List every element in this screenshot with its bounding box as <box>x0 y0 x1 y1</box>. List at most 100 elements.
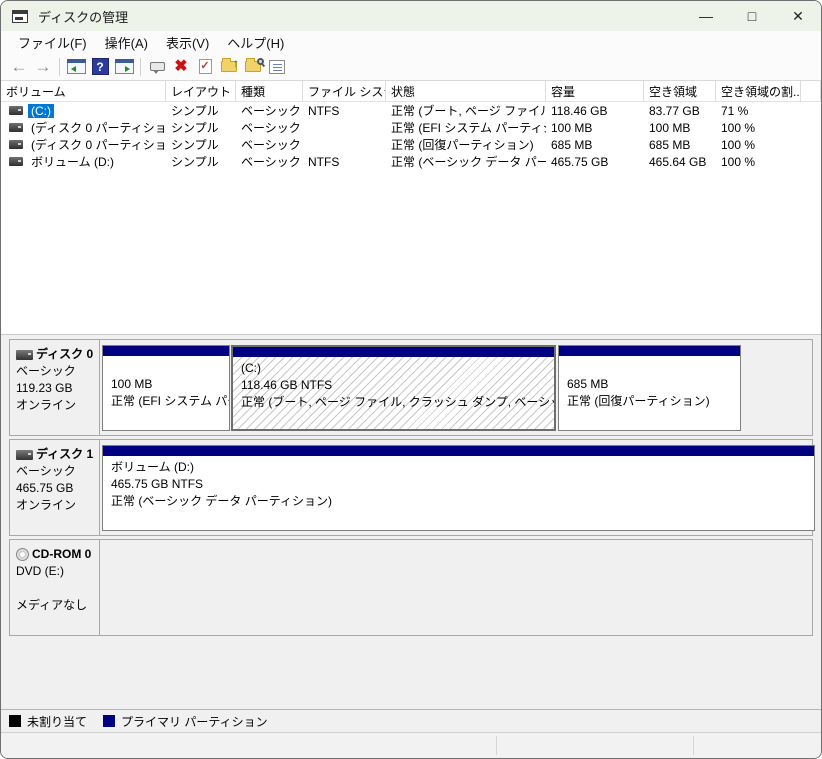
cell-layout: シンプル <box>166 119 236 136</box>
explore-folder-icon[interactable] <box>241 56 265 78</box>
cell-filesystem: NTFS <box>303 104 386 118</box>
partition-header-bar <box>233 347 554 357</box>
table-row[interactable]: (C:) シンプル ベーシック NTFS 正常 (ブート, ページ ファイル, … <box>1 102 821 119</box>
cell-free: 100 MB <box>644 121 716 135</box>
legend-bar: 未割り当て プライマリ パーティション <box>1 709 821 732</box>
drive-icon <box>9 140 23 149</box>
partition-header-bar <box>103 446 814 456</box>
drive-icon <box>9 157 23 166</box>
disk1-label-panel[interactable]: ディスク 1 ベーシック 465.75 GB オンライン <box>10 440 100 535</box>
drive-icon <box>9 106 23 115</box>
volume-name: ボリューム (D:) <box>28 153 117 170</box>
volume-name: (ディスク 0 パーティション 4) <box>28 136 166 153</box>
menu-file[interactable]: ファイル(F) <box>9 31 96 54</box>
volume-name: (C:) <box>28 104 54 118</box>
column-header-free-space[interactable]: 空き領域 <box>644 81 716 101</box>
graphical-view: ディスク 0 ベーシック 119.23 GB オンライン 100 MB 正常 (… <box>1 334 821 709</box>
partition-block-c[interactable]: (C:) 118.46 GB NTFS 正常 (ブート, ページ ファイル, ク… <box>231 345 556 431</box>
cdrom-label-panel[interactable]: CD-ROM 0 DVD (E:) メディアなし <box>10 540 100 635</box>
cdrom-name: CD-ROM 0 <box>32 546 91 563</box>
partition-block-d[interactable]: ボリューム (D:) 465.75 GB NTFS 正常 (ベーシック データ … <box>102 445 815 531</box>
status-bar <box>1 732 821 758</box>
column-header-filesystem[interactable]: ファイル システム <box>303 81 386 101</box>
cell-free-percent: 100 % <box>716 138 801 152</box>
disk0-graph: 100 MB 正常 (EFI システム パーテ (C:) 118.46 GB N… <box>100 340 812 435</box>
column-header-free-percent[interactable]: 空き領域の割... <box>716 81 801 101</box>
disk0-label-panel[interactable]: ディスク 0 ベーシック 119.23 GB オンライン <box>10 340 100 435</box>
cell-layout: シンプル <box>166 136 236 153</box>
minimize-button[interactable]: — <box>683 1 729 31</box>
table-row[interactable]: (ディスク 0 パーティション 4) シンプル ベーシック 正常 (回復パーティ… <box>1 136 821 153</box>
statusbar-divider <box>693 736 694 755</box>
disk1-graph: ボリューム (D:) 465.75 GB NTFS 正常 (ベーシック データ … <box>100 440 812 535</box>
cell-type: ベーシック <box>236 102 303 119</box>
callout-icon[interactable] <box>145 56 169 78</box>
cell-free: 465.64 GB <box>644 155 716 169</box>
menu-view[interactable]: 表示(V) <box>157 31 218 54</box>
maximize-button[interactable]: □ <box>729 1 775 31</box>
disk1-row: ディスク 1 ベーシック 465.75 GB オンライン ボリューム (D:) … <box>9 439 813 536</box>
cell-free-percent: 100 % <box>716 121 801 135</box>
primary-partition-swatch <box>103 715 115 727</box>
cell-capacity: 465.75 GB <box>546 155 644 169</box>
cell-type: ベーシック <box>236 153 303 170</box>
forward-icon[interactable]: → <box>31 56 55 78</box>
cell-status: 正常 (回復パーティション) <box>386 136 546 153</box>
mark-active-icon[interactable]: ✓ <box>193 56 217 78</box>
cell-status: 正常 (ベーシック データ パーテ... <box>386 153 546 170</box>
partition-block-efi[interactable]: 100 MB 正常 (EFI システム パーテ <box>102 345 230 431</box>
statusbar-divider <box>496 736 497 755</box>
table-row[interactable]: (ディスク 0 パーティション 1) シンプル ベーシック 正常 (EFI シス… <box>1 119 821 136</box>
toolbar: ← → ? ✖ ✓ ↑ <box>1 53 821 81</box>
table-row[interactable]: ボリューム (D:) シンプル ベーシック NTFS 正常 (ベーシック データ… <box>1 153 821 170</box>
column-header-capacity[interactable]: 容量 <box>546 81 644 101</box>
back-icon[interactable]: ← <box>7 56 31 78</box>
cell-free-percent: 100 % <box>716 155 801 169</box>
partition-status: 正常 (回復パーティション) <box>567 393 740 410</box>
cell-filesystem: NTFS <box>303 155 386 169</box>
show-console-tree-icon[interactable] <box>64 56 88 78</box>
cell-type: ベーシック <box>236 136 303 153</box>
menu-help[interactable]: ヘルプ(H) <box>218 31 293 54</box>
open-folder-icon[interactable]: ↑ <box>217 56 241 78</box>
partition-size: 100 MB <box>111 376 229 393</box>
properties-icon[interactable] <box>265 56 289 78</box>
unallocated-swatch <box>9 715 21 727</box>
volume-name: (ディスク 0 パーティション 1) <box>28 119 166 136</box>
column-header-type[interactable]: 種類 <box>236 81 303 101</box>
disk-name: ディスク 0 <box>36 346 93 363</box>
partition-name: (C:) <box>241 360 554 377</box>
cdrom-drive: DVD (E:) <box>16 563 95 580</box>
partition-status: 正常 (ブート, ページ ファイル, クラッシュ ダンプ, ベーシック データ … <box>241 394 554 411</box>
close-button[interactable]: ✕ <box>775 1 821 31</box>
cell-status: 正常 (ブート, ページ ファイル, ... <box>386 102 546 119</box>
partition-block-recovery[interactable]: 685 MB 正常 (回復パーティション) <box>558 345 741 431</box>
partition-size: 685 MB <box>567 376 740 393</box>
disk-icon <box>16 450 33 460</box>
partition-status: 正常 (EFI システム パーテ <box>111 393 229 410</box>
show-action-pane-icon[interactable] <box>112 56 136 78</box>
window-title: ディスクの管理 <box>38 7 128 26</box>
menu-action[interactable]: 操作(A) <box>96 31 157 54</box>
delete-volume-icon[interactable]: ✖ <box>169 56 193 78</box>
volume-list: ボリューム レイアウト 種類 ファイル システム 状態 容量 空き領域 空き領域… <box>1 81 821 334</box>
help-icon[interactable]: ? <box>88 56 112 78</box>
cell-status: 正常 (EFI システム パーティショ... <box>386 119 546 136</box>
column-header-status[interactable]: 状態 <box>386 81 546 101</box>
column-header-volume[interactable]: ボリューム <box>1 81 166 101</box>
menu-bar: ファイル(F) 操作(A) 表示(V) ヘルプ(H) <box>1 31 821 53</box>
cdrom-graph <box>100 540 812 635</box>
cell-free: 83.77 GB <box>644 104 716 118</box>
cell-capacity: 685 MB <box>546 138 644 152</box>
cell-layout: シンプル <box>166 102 236 119</box>
column-header-layout[interactable]: レイアウト <box>166 81 236 101</box>
disk-status: オンライン <box>16 397 95 414</box>
partition-header-bar <box>559 346 740 356</box>
window-controls: — □ ✕ <box>683 1 821 31</box>
disk-icon <box>16 350 33 360</box>
disk-status: オンライン <box>16 497 95 514</box>
cell-capacity: 118.46 GB <box>546 104 644 118</box>
cell-free: 685 MB <box>644 138 716 152</box>
primary-partition-label: プライマリ パーティション <box>121 713 268 730</box>
app-icon <box>12 10 28 23</box>
